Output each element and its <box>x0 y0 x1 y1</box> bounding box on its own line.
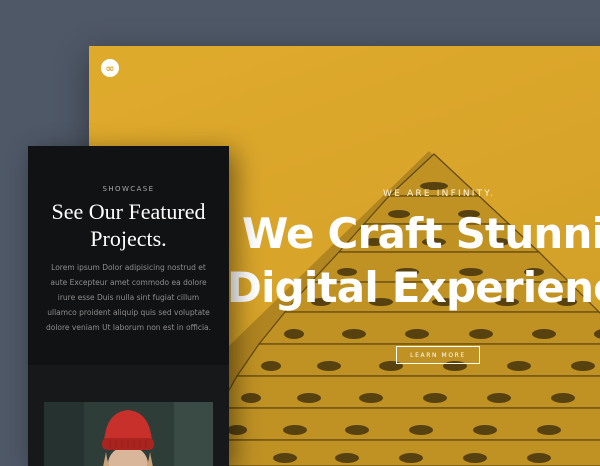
brand-logo[interactable]: ∞ <box>101 59 119 77</box>
learn-more-button[interactable]: LEARN MORE <box>396 346 480 364</box>
showcase-title-line-1: See Our Featured <box>51 199 206 224</box>
showcase-title: See Our Featured Projects. <box>28 198 229 252</box>
infinity-icon: ∞ <box>105 61 115 75</box>
showcase-eyebrow: SHOWCASE <box>102 185 155 193</box>
person-red-beanie-image <box>44 402 213 466</box>
project-photo[interactable] <box>44 402 213 466</box>
showcase-title-line-2: Projects. <box>90 226 167 251</box>
hero-headline-line-1: We Craft Stunning <box>242 209 600 258</box>
mobile-showcase-card: SHOWCASE See Our Featured Projects. Lore… <box>28 146 229 466</box>
hero-eyebrow: WE ARE INFINITY. <box>383 189 496 199</box>
showcase-body-text: Lorem ipsum Dolor adipisicing nostrud et… <box>45 263 212 332</box>
hero-headline-line-2: Digital Experiences <box>227 263 600 312</box>
